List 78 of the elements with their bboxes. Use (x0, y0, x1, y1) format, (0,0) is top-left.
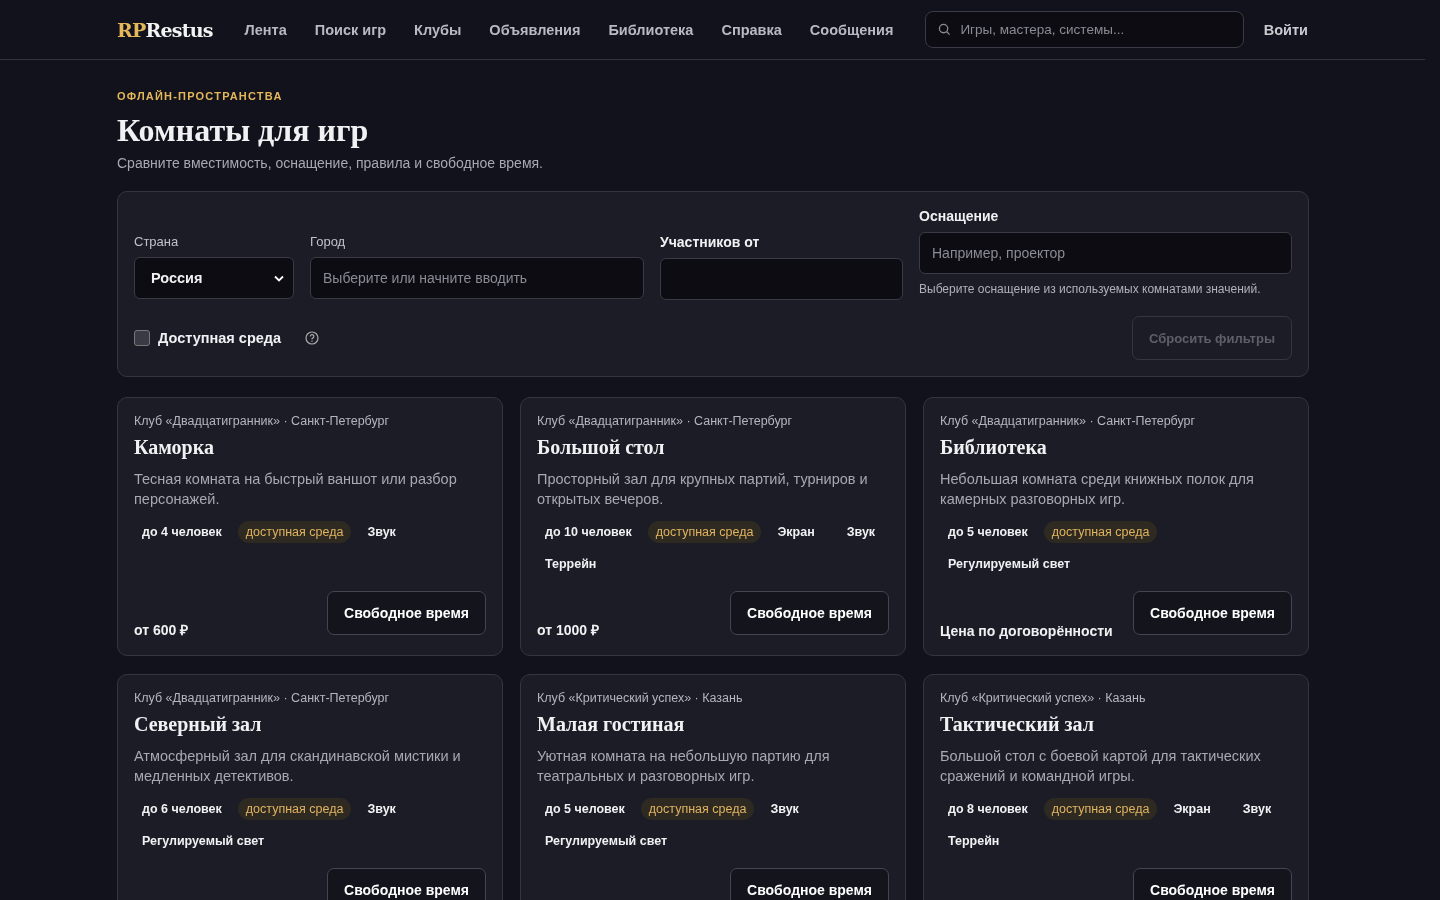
accessibility-tag: доступная среда (237, 798, 352, 820)
feature-tag: Экран (769, 521, 823, 543)
feature-tag: Экран (1165, 798, 1219, 820)
room-price: Цена по договорённости (940, 623, 1113, 639)
participants-field[interactable] (660, 258, 903, 300)
page-subtitle: Сравните вместимость, оснащение, правила и свободное время. (117, 155, 544, 171)
room-description: Большой стол с боевой картой для тактических сражений и командной игры. (940, 747, 1262, 786)
checkbox[interactable] (134, 330, 150, 346)
nav-link[interactable]: Лента (230, 21, 301, 38)
room-description: Атмосферный зал для скандинавской мистики и медленных детективов. (134, 747, 462, 786)
nav-link[interactable]: Поиск игр (300, 21, 401, 38)
feature-tag: Звук (1234, 798, 1280, 820)
room-name: Библиотека (940, 436, 1048, 459)
feature-tag: до 8 человек (940, 798, 1036, 820)
page-title: Комнаты для игр (117, 112, 370, 149)
room-description: Просторный зал для крупных партий, турниров и открытых вечеров. (537, 470, 869, 509)
accessibility-tag: доступная среда (1043, 521, 1158, 543)
room-name: Каморка (134, 436, 215, 459)
room-name: Малая гостиная (537, 713, 686, 736)
feature-tag: Террейн (940, 830, 1008, 852)
field-label: Страна (134, 234, 180, 249)
feature-tag: до 6 человек (134, 798, 230, 820)
room-description: Тесная комната на быстрый ваншот или разбор персонажей. (134, 470, 458, 509)
country-select[interactable]: Россия (134, 257, 294, 299)
feature-tag: Звук (838, 521, 884, 543)
checkbox-label[interactable]: Доступная среда (158, 330, 282, 346)
search-field[interactable]: Игры, мастера, системы... (925, 11, 1244, 48)
club-location: Клуб «Критический успех» · Казань (940, 691, 1147, 705)
room-price: от 1000 ₽ (537, 621, 599, 639)
field-label: Город (310, 234, 347, 249)
field-hint: Выберите оснащение из используемых комнатами значений. (919, 282, 1262, 296)
club-location: Клуб «Двадцатигранник» · Санкт-Петербург (134, 691, 391, 705)
nav-link[interactable]: Справка (707, 21, 796, 38)
free-time-button[interactable]: Свободное время (730, 868, 889, 900)
room-name: Большой стол (537, 436, 666, 459)
room-description: Уютная комната на небольшую партию для театральных и разговорных игр. (537, 747, 831, 786)
club-location: Клуб «Критический успех» · Казань (537, 691, 744, 705)
nav-link[interactable]: Клубы (400, 21, 476, 38)
section-eyebrow: ОФЛАЙН-ПРОСТРАНСТВА (117, 90, 284, 102)
field-label: Участников от (660, 234, 761, 250)
accessibility-tag: доступная среда (647, 521, 762, 543)
logo[interactable]: RPRestus (117, 18, 213, 41)
club-location: Клуб «Двадцатигранник» · Санкт-Петербург (940, 414, 1197, 428)
chevron-icon (274, 274, 284, 282)
feature-tag: Регулируемый свет (134, 830, 273, 852)
feature-tag: до 4 человек (134, 521, 230, 543)
room-name: Тактический зал (940, 713, 1095, 736)
accessibility-tag: доступная среда (1043, 798, 1158, 820)
room-name: Северный зал (134, 713, 263, 736)
free-time-button[interactable]: Свободное время (327, 868, 486, 900)
club-location: Клуб «Двадцатигранник» · Санкт-Петербург (134, 414, 391, 428)
free-time-button[interactable]: Свободное время (1133, 868, 1292, 900)
feature-tag: Террейн (537, 553, 605, 575)
nav-link[interactable]: Объявления (475, 21, 595, 38)
free-time-button[interactable]: Свободное время (1133, 591, 1292, 635)
accessibility-tag: доступная среда (640, 798, 755, 820)
room-price: от 600 ₽ (134, 621, 189, 639)
feature-tag: до 5 человек (537, 798, 633, 820)
search-icon (938, 23, 952, 36)
city-field[interactable]: Выберите или начните вводить (310, 257, 644, 299)
free-time-button[interactable]: Свободное время (730, 591, 889, 635)
feature-tag: Регулируемый свет (940, 553, 1079, 575)
free-time-button[interactable]: Свободное время (327, 591, 486, 635)
feature-tag: до 5 человек (940, 521, 1036, 543)
help-icon[interactable] (305, 331, 320, 345)
login-link[interactable]: Войти (1263, 21, 1308, 38)
equipment-field[interactable]: Например, проектор (919, 232, 1292, 274)
nav-link[interactable]: Сообщения (795, 21, 908, 38)
feature-tag: Звук (359, 798, 404, 820)
room-description: Небольшая комната среди книжных полок для камерных разговорных игр. (940, 470, 1255, 509)
feature-tag: Регулируемый свет (537, 830, 676, 852)
feature-tag: до 10 человек (537, 521, 640, 543)
feature-tag: Звук (359, 521, 404, 543)
field-label: Оснащение (919, 208, 1000, 224)
nav-link[interactable]: Библиотека (594, 21, 708, 38)
feature-tag: Звук (762, 798, 807, 820)
accessibility-tag: доступная среда (237, 521, 352, 543)
club-location: Клуб «Двадцатигранник» · Санкт-Петербург (537, 414, 794, 428)
